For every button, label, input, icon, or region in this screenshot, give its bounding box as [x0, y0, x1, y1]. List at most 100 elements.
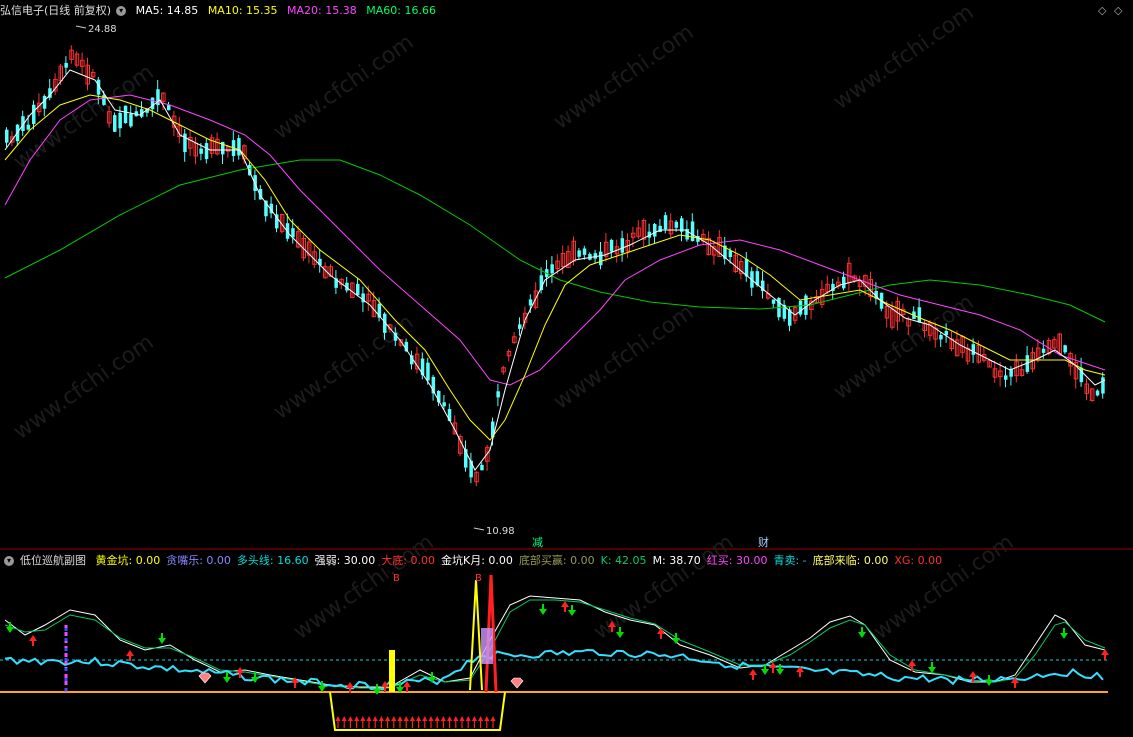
dropdown-icon[interactable]: ▾	[116, 6, 127, 16]
k-line	[4, 595, 1106, 688]
pit-arrow-head	[440, 716, 446, 721]
indicator-value-11: 底部来临: 0.00	[812, 554, 889, 567]
candle-body	[971, 344, 976, 355]
pit-arrow-head	[341, 716, 347, 721]
candle-body	[496, 391, 500, 398]
pit-arrow-head	[471, 716, 477, 721]
candle-body	[1004, 375, 1008, 380]
pit-arrow-head	[409, 716, 415, 721]
watermark-text: www.cfchi.com	[549, 20, 698, 135]
candle-body	[609, 239, 614, 252]
down-arrow-icon	[928, 662, 936, 673]
candle-body	[442, 402, 446, 407]
candle-body	[550, 264, 554, 274]
indicator-value-0: 黄金坑: 0.00	[95, 554, 161, 567]
pit-arrow-head	[478, 716, 484, 721]
pit-arrow-head	[490, 716, 496, 721]
sub-title[interactable]: 低位巡航副图	[20, 554, 86, 567]
diamond-icon	[510, 677, 524, 689]
sub-header: ▾ 低位巡航副图 黄金坑: 0.00 贪嘴乐: 0.00 多头线: 16.60 强弱: …	[0, 552, 954, 570]
candle-body	[199, 148, 203, 154]
pit-arrow-head	[354, 716, 360, 721]
candle-body	[129, 113, 133, 127]
up-arrow-icon	[29, 635, 37, 646]
indicator-value-7: K: 42.05	[600, 554, 647, 567]
pit-arrow-head	[422, 716, 428, 721]
candle-body	[577, 250, 581, 257]
diamond-icon	[198, 672, 212, 684]
candle-body	[771, 299, 776, 304]
candle-body	[728, 250, 733, 258]
strength-line	[4, 648, 1104, 691]
candle-body	[593, 253, 598, 259]
candle-body	[5, 129, 9, 143]
pit-arrow-head	[360, 716, 366, 721]
candle-body	[582, 248, 587, 255]
candle-body	[620, 238, 625, 253]
candle-body	[798, 300, 803, 315]
down-arrow-icon	[672, 633, 680, 644]
candle-body	[291, 228, 295, 238]
candle-body	[842, 276, 846, 289]
candle-body	[356, 283, 360, 296]
pit-arrow-head	[385, 716, 391, 721]
finance-mark: 财	[758, 535, 769, 549]
indicator-value-12: XG: 0.00	[894, 554, 943, 567]
candle-body	[113, 115, 117, 132]
watermark-text: www.cfchi.com	[269, 30, 418, 145]
indicator-value-9: 红买: 30.00	[706, 554, 768, 567]
violet-block	[481, 628, 493, 664]
settings-diamond-icon[interactable]: ◇	[1114, 4, 1122, 17]
candle-body	[917, 307, 922, 323]
b-label-1: B	[393, 573, 400, 584]
pit-arrow-head	[347, 716, 353, 721]
down-arrow-icon	[568, 605, 576, 616]
watermark-text: www.cfchi.com	[869, 530, 1018, 645]
main-header: 弘信电子(日线 前复权) ▾ MA5: 14.85 MA10: 15.35 MA2…	[0, 2, 442, 20]
ma10-line	[4, 94, 1106, 441]
stock-title[interactable]: 弘信电子(日线 前复权)	[0, 4, 111, 17]
indicator-value-6: 底部买赢: 0.00	[518, 554, 595, 567]
pit-arrow-head	[335, 716, 341, 721]
indicator-value-4: 大底: 0.00	[381, 554, 436, 567]
high-price-label: 24.88	[88, 24, 117, 35]
pit-arrow-head	[403, 716, 409, 721]
candle-body	[690, 221, 695, 242]
indicator-value-2: 多头线: 16.60	[236, 554, 309, 567]
pit-arrow-head	[378, 716, 384, 721]
down-arrow-icon	[1060, 628, 1068, 639]
up-arrow-icon	[561, 601, 569, 612]
yellow-spike	[469, 579, 483, 691]
indicator-value-3: 强弱: 30.00	[314, 554, 376, 567]
candle-body	[674, 221, 679, 228]
collapse-diamond-icon[interactable]: ◇	[1098, 4, 1106, 17]
candle-body	[237, 138, 241, 156]
candle-body	[939, 334, 943, 340]
candle-body	[528, 299, 533, 306]
sub-dropdown-icon[interactable]: ▾	[4, 556, 14, 566]
candle-body	[663, 215, 668, 230]
chart-canvas[interactable]: www.cfchi.com www.cfchi.com www.cfchi.com w…	[0, 0, 1133, 737]
pit-arrow-head	[397, 716, 403, 721]
watermark-text: www.cfchi.com	[269, 310, 418, 425]
up-arrow-icon	[769, 662, 777, 673]
low-annotation: 10.98	[473, 526, 515, 537]
candle-body	[518, 324, 522, 329]
down-arrow-icon	[6, 622, 14, 633]
yellow-bar	[389, 650, 395, 692]
pit-arrow-head	[416, 716, 422, 721]
pit-arrow-head	[366, 716, 372, 721]
watermark-text: www.cfchi.com	[289, 530, 438, 645]
pit-arrow-head	[391, 716, 397, 721]
up-arrow-icon	[126, 650, 134, 661]
candle-body	[599, 251, 603, 266]
candle-body	[26, 124, 31, 130]
candle-body	[64, 62, 68, 68]
down-arrow-icon	[373, 684, 381, 695]
pit-arrow-head	[428, 716, 434, 721]
pit-arrow-head	[447, 716, 453, 721]
ma60-value: MA60: 16.66	[366, 4, 436, 17]
down-arrow-icon	[858, 627, 866, 638]
indicator-value-5: 金坑K月: 0.00	[441, 554, 513, 567]
ma20-value: MA20: 15.38	[287, 4, 357, 17]
